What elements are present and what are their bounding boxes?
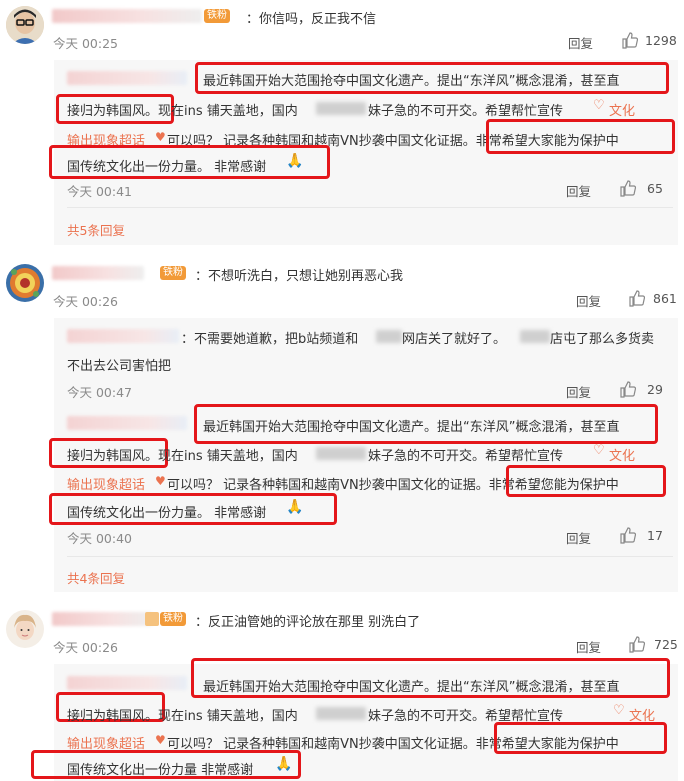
reply-text-line: 店屯了那么多货卖 bbox=[550, 332, 655, 347]
reply-button[interactable]: 回复 bbox=[566, 528, 591, 547]
reply-time: 今天 00:40 bbox=[67, 531, 132, 546]
super-topic-icon: ♥ bbox=[155, 130, 166, 144]
reply-button[interactable]: 回复 bbox=[576, 291, 601, 310]
fan-badge: 铁粉 bbox=[204, 9, 230, 23]
reply-text-line: 妹子急的不可开交。希望帮忙宣传 bbox=[368, 449, 564, 464]
reply-username-blurred[interactable] bbox=[67, 71, 187, 85]
redacted-text bbox=[316, 447, 366, 460]
reply-text-line: 接归为韩国风。现在ins 铺天盖地，国内 bbox=[67, 449, 298, 464]
thumbs-up-icon bbox=[620, 527, 636, 544]
like-count: 65 bbox=[647, 181, 663, 196]
fan-badge: 铁粉 bbox=[160, 612, 186, 626]
comment-time: 今天 00:25 bbox=[53, 36, 118, 51]
reply-text-line: 网店关了就好了。 bbox=[402, 332, 507, 347]
reply-text-line: 最近韩国开始大范围抢夺中国文化遗产。提出“东洋风”概念混淆，甚至直 bbox=[203, 420, 620, 435]
username-blurred[interactable] bbox=[52, 266, 144, 280]
pray-emoji-icon: 🙏 bbox=[275, 756, 293, 772]
avatar[interactable] bbox=[6, 264, 44, 302]
comment-time: 今天 00:26 bbox=[53, 640, 118, 655]
like-button[interactable] bbox=[619, 527, 636, 544]
username-blurred[interactable] bbox=[52, 9, 202, 23]
reply-text-line: 最近韩国开始大范围抢夺中国文化遗产。提出“东洋风”概念混淆，甚至直 bbox=[203, 680, 620, 695]
reply-button[interactable]: 回复 bbox=[566, 181, 591, 200]
like-count: 1298 bbox=[645, 33, 677, 48]
comment-time: 今天 00:26 bbox=[53, 294, 118, 309]
reply-username-blurred[interactable] bbox=[67, 676, 187, 690]
redacted-text bbox=[520, 330, 550, 343]
comment-text: ：不想听洗白，只想让她别再恶心我 bbox=[195, 269, 404, 284]
fan-badge: 铁粉 bbox=[160, 266, 186, 280]
avatar[interactable] bbox=[6, 610, 44, 648]
like-button[interactable] bbox=[628, 290, 645, 307]
redacted-text bbox=[316, 707, 366, 720]
highlight-box bbox=[494, 722, 667, 754]
reply-button[interactable]: 回复 bbox=[568, 33, 593, 52]
pray-emoji-icon: 🙏 bbox=[286, 153, 304, 169]
reply-time: 今天 00:47 bbox=[67, 385, 132, 400]
reply-time: 今天 00:41 bbox=[67, 184, 132, 199]
avatar[interactable] bbox=[6, 6, 44, 44]
reply-text-line: ：不需要她道歉，把b站频道和 bbox=[181, 332, 359, 347]
more-replies-link[interactable]: 共5条回复 bbox=[67, 220, 125, 239]
like-button[interactable] bbox=[628, 636, 645, 653]
comment-text: ：你信吗，反正我不信 bbox=[246, 12, 377, 27]
thumbs-up-icon bbox=[620, 180, 636, 197]
username-blurred[interactable] bbox=[52, 612, 152, 626]
like-count: 861 bbox=[653, 291, 677, 306]
super-topic-icon: ♥ bbox=[155, 474, 166, 488]
reply-text-line: 国传统文化出一份力量。 非常感谢 bbox=[67, 160, 267, 175]
reply-button[interactable]: 回复 bbox=[566, 382, 591, 401]
reply-button[interactable]: 回复 bbox=[576, 637, 601, 656]
more-replies-link[interactable]: 共4条回复 bbox=[67, 568, 125, 587]
highlight-box bbox=[506, 465, 666, 497]
reply-text-line: 最近韩国开始大范围抢夺中国文化遗产。提出“东洋风”概念混淆，甚至直 bbox=[203, 74, 620, 89]
super-topic-link[interactable]: 文化 bbox=[609, 100, 635, 119]
reply-text-line: 不出去公司害怕把 bbox=[67, 359, 172, 374]
super-topic-icon: ♥ bbox=[155, 733, 166, 747]
thumbs-up-icon bbox=[629, 636, 645, 653]
like-count: 725 bbox=[654, 637, 678, 652]
like-count: 17 bbox=[647, 528, 663, 543]
thumbs-up-icon bbox=[620, 381, 636, 398]
like-button[interactable] bbox=[621, 32, 638, 49]
reply-text-line: 妹子急的不可开交。希望帮忙宣传 bbox=[368, 104, 564, 119]
like-button[interactable] bbox=[619, 180, 636, 197]
redacted-text bbox=[316, 102, 366, 115]
reply-username-blurred[interactable] bbox=[67, 416, 187, 430]
super-topic-link[interactable]: 输出现象超话 bbox=[67, 474, 145, 493]
redacted-text bbox=[376, 330, 402, 343]
thumbs-up-icon bbox=[622, 32, 638, 49]
comment-text: ：反正油管她的评论放在那里 别洗白了 bbox=[195, 615, 421, 630]
heart-icon: ♡ bbox=[613, 703, 625, 718]
like-button[interactable] bbox=[619, 381, 636, 398]
reply-text-line: 国传统文化出一份力量 非常感谢 bbox=[67, 763, 254, 778]
reply-text-line: 国传统文化出一份力量。 非常感谢 bbox=[67, 506, 267, 521]
reply-username-blurred[interactable] bbox=[67, 329, 179, 343]
heart-icon: ♡ bbox=[593, 443, 605, 458]
reply-text-line: 接归为韩国风。现在ins 铺天盖地，国内 bbox=[67, 709, 298, 724]
reply-text-line: 接归为韩国风。现在ins 铺天盖地，国内 bbox=[67, 104, 298, 119]
pray-emoji-icon: 🙏 bbox=[286, 499, 304, 515]
super-topic-link[interactable]: 文化 bbox=[609, 445, 635, 464]
highlight-box bbox=[486, 119, 675, 154]
like-count: 29 bbox=[647, 382, 663, 397]
heart-icon: ♡ bbox=[593, 98, 605, 113]
thumbs-up-icon bbox=[629, 290, 645, 307]
